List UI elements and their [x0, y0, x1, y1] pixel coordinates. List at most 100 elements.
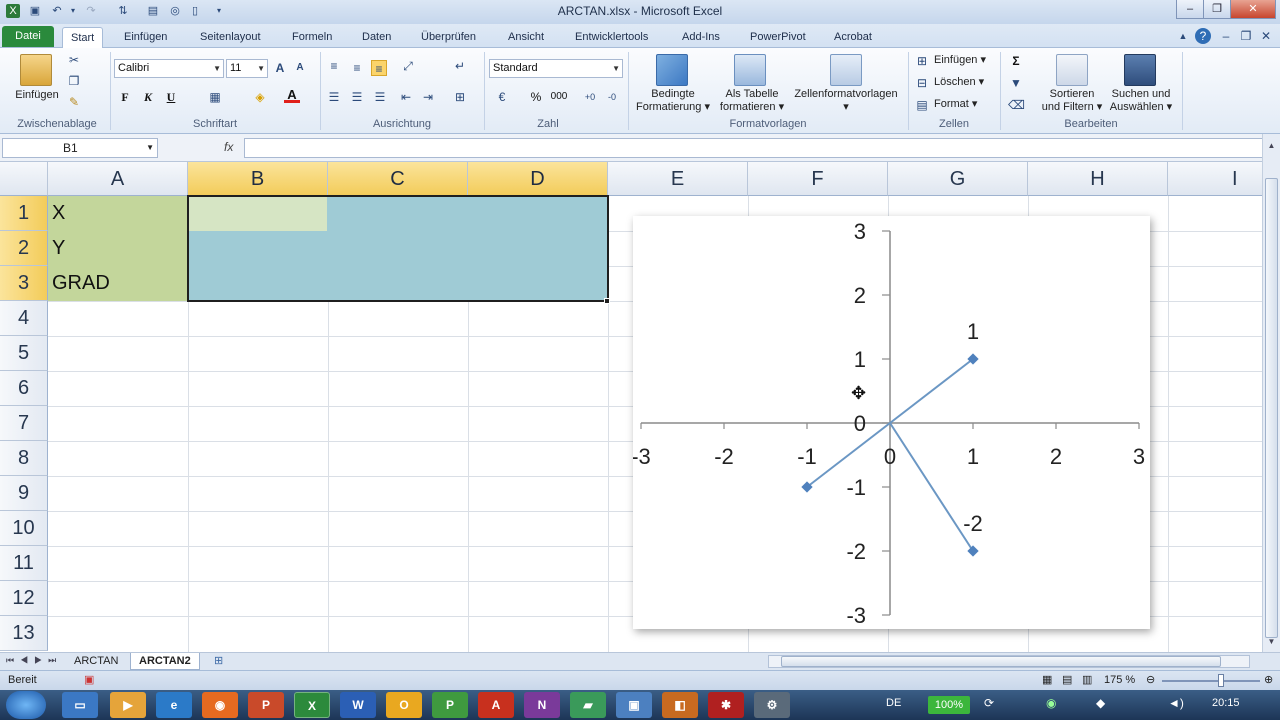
- bold-button[interactable]: F: [117, 89, 133, 105]
- language-indicator[interactable]: DE: [886, 697, 901, 709]
- italic-button[interactable]: K: [140, 89, 156, 105]
- insert-function-button[interactable]: fx: [224, 140, 233, 154]
- row-header-2[interactable]: 2: [0, 231, 48, 266]
- doc-minimize-icon[interactable]: –: [1218, 28, 1234, 44]
- align-bottom-icon[interactable]: ≡: [371, 60, 387, 76]
- conditional-formatting-button[interactable]: Bedingte Formatierung ▾: [630, 88, 716, 114]
- tab-view[interactable]: Ansicht: [500, 27, 552, 48]
- page-break-view-icon[interactable]: ▥: [1082, 671, 1092, 690]
- delete-cells-icon[interactable]: ⊟: [914, 75, 930, 91]
- tab-file[interactable]: Datei: [2, 26, 54, 47]
- sheet-nav-arrows-icon[interactable]: ⏮◀▶⏭: [6, 655, 62, 666]
- insert-cells-icon[interactable]: ⊞: [914, 53, 930, 69]
- fill-color-icon[interactable]: ◈: [252, 89, 268, 105]
- cell-a1[interactable]: X: [48, 196, 188, 231]
- fill-handle[interactable]: [604, 298, 610, 304]
- find-select-button[interactable]: Suchen und Auswählen ▾: [1104, 88, 1178, 114]
- powerpoint-icon[interactable]: P: [248, 692, 284, 718]
- increase-indent-icon[interactable]: ⇥: [420, 89, 436, 105]
- delete-cells-button[interactable]: Löschen ▾: [934, 76, 984, 89]
- thousands-button[interactable]: 000: [548, 89, 570, 105]
- select-all-corner[interactable]: [0, 162, 48, 196]
- underline-button[interactable]: U: [163, 89, 179, 105]
- find-select-icon[interactable]: [1124, 54, 1156, 86]
- cell-a2[interactable]: Y: [48, 231, 188, 266]
- doc-restore-icon[interactable]: ❐: [1238, 28, 1254, 44]
- tab-developer[interactable]: Entwicklertools: [567, 27, 656, 48]
- border-icon[interactable]: ▦: [207, 89, 223, 105]
- column-header-i[interactable]: I: [1168, 162, 1262, 196]
- row-header-8[interactable]: 8: [0, 441, 48, 476]
- onenote-icon[interactable]: N: [524, 692, 560, 718]
- word-icon[interactable]: W: [340, 692, 376, 718]
- tab-start[interactable]: Start: [62, 27, 104, 48]
- macro-record-icon[interactable]: ▣: [84, 671, 94, 690]
- restore-button[interactable]: ❐: [1203, 0, 1231, 19]
- row-header-6[interactable]: 6: [0, 371, 48, 406]
- sheet-tab-arctan2[interactable]: ARCTAN2: [130, 653, 200, 670]
- column-header-c[interactable]: C: [328, 162, 468, 196]
- align-left-icon[interactable]: ☰: [326, 89, 342, 105]
- sort-filter-icon[interactable]: [1056, 54, 1088, 86]
- column-header-a[interactable]: A: [48, 162, 188, 196]
- font-color-button[interactable]: A: [284, 87, 300, 103]
- tab-acrobat[interactable]: Acrobat: [826, 27, 880, 48]
- tab-data[interactable]: Daten: [354, 27, 399, 48]
- sheet-tab-arctan[interactable]: ARCTAN: [66, 653, 126, 670]
- row-header-5[interactable]: 5: [0, 336, 48, 371]
- align-top-icon[interactable]: ≡: [326, 58, 342, 74]
- tab-powerpivot[interactable]: PowerPivot: [742, 27, 814, 48]
- tab-addins[interactable]: Add-Ins: [674, 27, 728, 48]
- tab-review[interactable]: Überprüfen: [413, 27, 484, 48]
- tray-icon[interactable]: ◆: [1096, 696, 1105, 710]
- tab-formulas[interactable]: Formeln: [284, 27, 340, 48]
- percent-button[interactable]: %: [528, 89, 544, 105]
- ie-icon[interactable]: e: [156, 692, 192, 718]
- cut-icon[interactable]: ✂: [66, 52, 82, 68]
- wrap-text-icon[interactable]: ↵: [452, 58, 468, 74]
- firefox-icon[interactable]: ◉: [202, 692, 238, 718]
- column-header-b[interactable]: B: [188, 162, 328, 196]
- align-right-icon[interactable]: ☰: [372, 89, 388, 105]
- align-middle-icon[interactable]: ≡: [349, 60, 365, 76]
- excel-taskbar-icon[interactable]: X: [294, 692, 330, 718]
- publisher-icon[interactable]: P: [432, 692, 468, 718]
- zoom-level[interactable]: 175 %: [1104, 671, 1135, 690]
- merge-center-icon[interactable]: ⊞: [452, 89, 468, 105]
- doc-close-icon[interactable]: ✕: [1258, 28, 1274, 44]
- paste-button[interactable]: Einfügen: [6, 89, 68, 102]
- start-button[interactable]: [6, 691, 46, 719]
- zoom-slider-thumb[interactable]: [1218, 674, 1224, 687]
- row-header-12[interactable]: 12: [0, 581, 48, 616]
- tab-page-layout[interactable]: Seitenlayout: [192, 27, 269, 48]
- column-header-h[interactable]: H: [1028, 162, 1168, 196]
- row-header-1[interactable]: 1: [0, 196, 48, 231]
- grow-font-icon[interactable]: A: [272, 60, 288, 76]
- row-header-11[interactable]: 11: [0, 546, 48, 581]
- font-name-combo[interactable]: Calibri ▼: [114, 59, 224, 78]
- acrobat-icon[interactable]: A: [478, 692, 514, 718]
- column-header-f[interactable]: F: [748, 162, 888, 196]
- clock[interactable]: 20:15: [1212, 697, 1240, 709]
- format-cells-button[interactable]: Format ▾: [934, 98, 977, 111]
- app-icon[interactable]: ▰: [570, 692, 606, 718]
- zoom-in-icon[interactable]: ⊕: [1264, 671, 1273, 690]
- network-icon[interactable]: ⟳: [984, 696, 994, 710]
- minimize-button[interactable]: –: [1176, 0, 1204, 19]
- scroll-down-icon[interactable]: ▼: [1265, 634, 1278, 650]
- vertical-scrollbar[interactable]: ▲ ▼: [1262, 134, 1280, 652]
- page-layout-view-icon[interactable]: ▤: [1062, 671, 1072, 690]
- zoom-slider[interactable]: [1162, 680, 1260, 682]
- formula-input[interactable]: [244, 138, 1264, 158]
- scatter-chart[interactable]: -3 -2 -1 1 2 3 3 2 1 0 -1 -2 -3 0 1 -2 ✥: [631, 216, 1150, 629]
- row-header-4[interactable]: 4: [0, 301, 48, 336]
- tab-insert[interactable]: Einfügen: [116, 27, 175, 48]
- app-icon[interactable]: ✱: [708, 692, 744, 718]
- column-header-g[interactable]: G: [888, 162, 1028, 196]
- copy-icon[interactable]: ❐: [66, 73, 82, 89]
- cell-styles-icon[interactable]: [830, 54, 862, 86]
- sort-filter-button[interactable]: Sortieren und Filtern ▾: [1036, 88, 1108, 114]
- font-size-combo[interactable]: 11 ▼: [226, 59, 268, 78]
- battery-indicator[interactable]: 100%: [928, 696, 970, 714]
- horizontal-scrollbar[interactable]: [768, 655, 1250, 668]
